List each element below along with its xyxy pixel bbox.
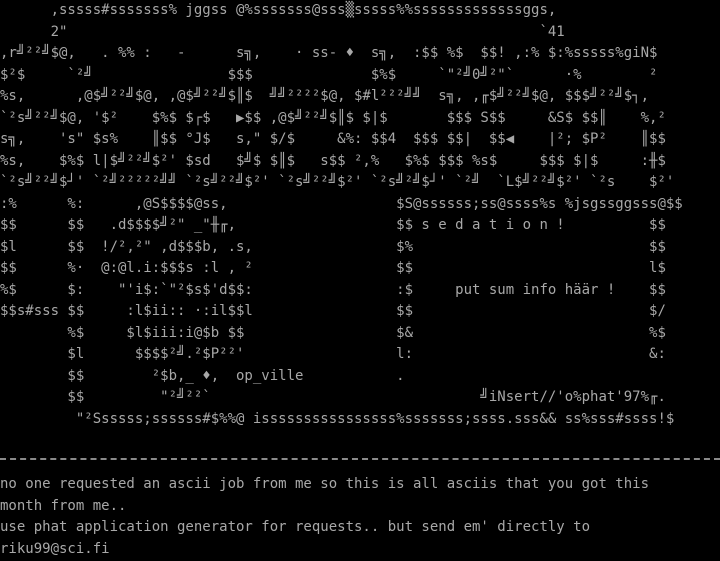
ascii-art-line-8: `²s╝²²╝$┘' `²╝²²²²²╝╝ `²s╝²²╝$²' `²s╝²²╝… [0,174,675,190]
ascii-art-line-2: ,r╝²²╝$@, . %% : - s╗, · ss- ♦ s╗, :$$ %… [0,45,658,61]
ascii-art-line-10: $$ $$ .d$$$$╝²" _"╫╓, $$ s e d a t i o n… [0,217,666,233]
ascii-art-line-5: `²s╝²²╝$@, '$² $%$ $┌$ ▶$$ ,@$╝²²╝$║$ $|… [0,109,666,126]
ascii-art-line-12: $$ %· @:@l.i:$$$s :l , ² $$ l$ [0,260,666,276]
ascii-art-line-11: $l $$ !/²,²" ,d$$$b, .s, $% $$ [0,238,666,255]
ascii-art-line-16: $l $$$$²╝.²$P²²' l: &: [0,346,666,362]
ascii-art-line-7: %s, $%$ l|$╝²²╝$²' $sd $╝$ $║$ s$$ ²,% $… [0,152,666,169]
ascii-art-line-18: $$ "²╝²²` ╝iNsert//'o%phat'97%╓. [0,389,666,405]
ascii-art-line-6: s╗, 's" $s% ║$$ °J$ s," $/$ &%: $$4 $$$ … [0,131,666,147]
message-line-1: month from me.. [0,497,127,514]
ascii-art-line-13: %$ $: "'i$:`"²$s$'d$$: :$ put sum info h… [0,281,666,298]
ascii-art-line-9: :% %: ,@S$$$$@ss, $S@ssssss;ss@ssss%s %j… [0,195,683,212]
ascii-art-line-0: ,sssss#sssssss% jggss @%sssssss@sss▒ssss… [0,2,557,18]
ascii-art-block: ,sssss#sssssss% jggss @%sssssss@sss▒ssss… [0,0,720,430]
ascii-art-line-17: $$ ²$b,_ ♦, op_ville . [0,367,650,384]
ascii-art-line-4: %s, ,@$╝²²╝$@, ,@$╝²²╝$║$ ╝╝²²²²$@, $#l²… [0,88,650,104]
dashed-divider [0,458,720,460]
message-line-2: use phat application generator for reque… [0,519,591,535]
ascii-art-line-19: "²Ssssss;ssssss#$%%@ issssssssssssssss%s… [0,410,675,427]
ascii-art-line-3: $²$ `²╝ $$$ $%$ `"²╝0╝²"` ·% ² [0,66,658,83]
terminal-screen: ,sssss#sssssss% jggss @%sssssss@sss▒ssss… [0,0,720,561]
message-line-3: riku99@sci.fi [0,540,110,557]
ascii-art-line-1: 2" `41 [0,23,565,40]
ascii-art-line-15: %$ $l$iii:i@$b $$ $& %$ [0,324,666,341]
ascii-art-line-14: $$s#sss $$ :l$ii:: ·:il$$l $$ $/ [0,303,666,319]
message-text: no one requested an ascii job from me so… [0,474,720,560]
message-line-0: no one requested an ascii job from me so… [0,476,650,492]
